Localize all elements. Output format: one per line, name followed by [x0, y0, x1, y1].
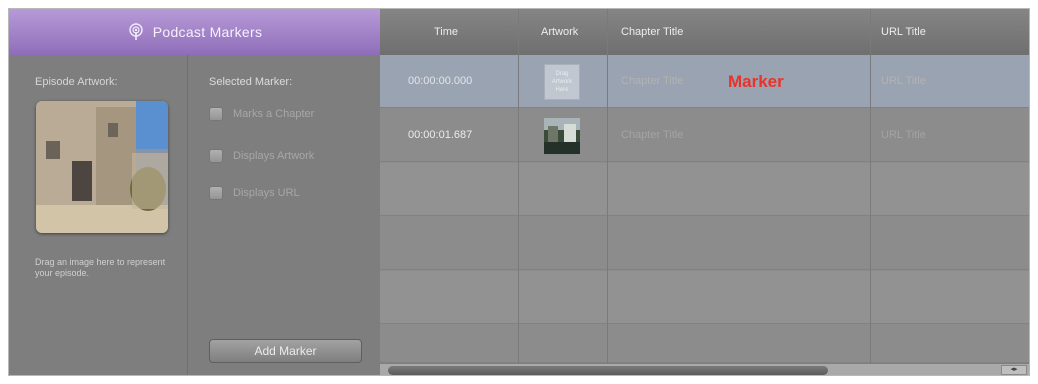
row-time: 00:00:00.000	[408, 75, 473, 87]
marks-chapter-checkbox-row[interactable]: Marks a Chapter	[209, 107, 314, 121]
episode-artwork-section: Episode Artwork: Drag an image here to r…	[9, 55, 187, 375]
add-marker-button[interactable]: Add Marker	[209, 339, 362, 363]
horizontal-scrollbar[interactable]: ◂▸	[380, 363, 1029, 375]
episode-artwork-image[interactable]	[36, 101, 168, 233]
artwork-drop-placeholder[interactable]: Drag Artwork Here	[544, 64, 580, 100]
selected-marker-label: Selected Marker:	[209, 76, 293, 88]
marker-annotation: Marker	[728, 72, 784, 91]
scrollbar-thumb[interactable]	[388, 366, 828, 375]
episode-artwork-label: Episode Artwork:	[35, 76, 118, 88]
row-time: 00:00:01.687	[408, 129, 473, 141]
artwork-thumbnail-image	[544, 118, 580, 154]
empty-table-row	[380, 325, 1029, 363]
empty-table-row	[380, 163, 1029, 216]
table-row[interactable]: 00:00:01.687 Chapter Title URL Title	[380, 109, 1029, 162]
displays-url-checkbox[interactable]	[209, 186, 223, 200]
displays-artwork-label: Displays Artwork	[233, 150, 315, 162]
displays-url-checkbox-row[interactable]: Displays URL	[209, 186, 300, 200]
empty-table-row	[380, 217, 1029, 270]
column-header-url-title[interactable]: URL Title	[881, 9, 926, 55]
podcast-markers-window: Podcast Markers Episode Artwork: Drag an…	[8, 8, 1030, 376]
column-header-time[interactable]: Time	[434, 9, 458, 55]
displays-url-label: Displays URL	[233, 187, 300, 199]
column-divider	[870, 9, 871, 363]
podcast-icon	[129, 23, 143, 40]
episode-artwork-photo	[36, 101, 168, 233]
row-url-title[interactable]: URL Title	[881, 109, 926, 162]
row-chapter-title[interactable]: Chapter Title	[621, 55, 683, 108]
column-header-chapter-title[interactable]: Chapter Title	[621, 9, 683, 55]
scroll-arrows-icon[interactable]: ◂▸	[1001, 365, 1027, 375]
table-header: Time Artwork Chapter Title URL Title	[380, 9, 1029, 55]
podcast-markers-panel: Podcast Markers Episode Artwork: Drag an…	[9, 9, 380, 375]
artwork-help-text: Drag an image here to represent your epi…	[35, 257, 166, 278]
column-header-artwork[interactable]: Artwork	[541, 9, 578, 55]
row-chapter-title[interactable]: Chapter Title	[621, 109, 683, 162]
column-divider	[607, 9, 608, 363]
panel-header: Podcast Markers	[9, 9, 380, 55]
selected-marker-section: Selected Marker: Marks a Chapter Display…	[188, 55, 380, 375]
panel-title: Podcast Markers	[152, 24, 263, 40]
row-artwork-thumbnail[interactable]	[544, 118, 580, 154]
table-row[interactable]: 00:00:00.000 Drag Artwork Here Chapter T…	[380, 55, 1029, 108]
marks-chapter-checkbox[interactable]	[209, 107, 223, 121]
displays-artwork-checkbox-row[interactable]: Displays Artwork	[209, 149, 314, 163]
row-url-title[interactable]: URL Title	[881, 55, 926, 108]
marks-chapter-label: Marks a Chapter	[233, 108, 315, 120]
displays-artwork-checkbox[interactable]	[209, 149, 223, 163]
empty-table-row	[380, 271, 1029, 324]
markers-table: Time Artwork Chapter Title URL Title 00:…	[380, 9, 1029, 375]
column-divider	[518, 9, 519, 363]
